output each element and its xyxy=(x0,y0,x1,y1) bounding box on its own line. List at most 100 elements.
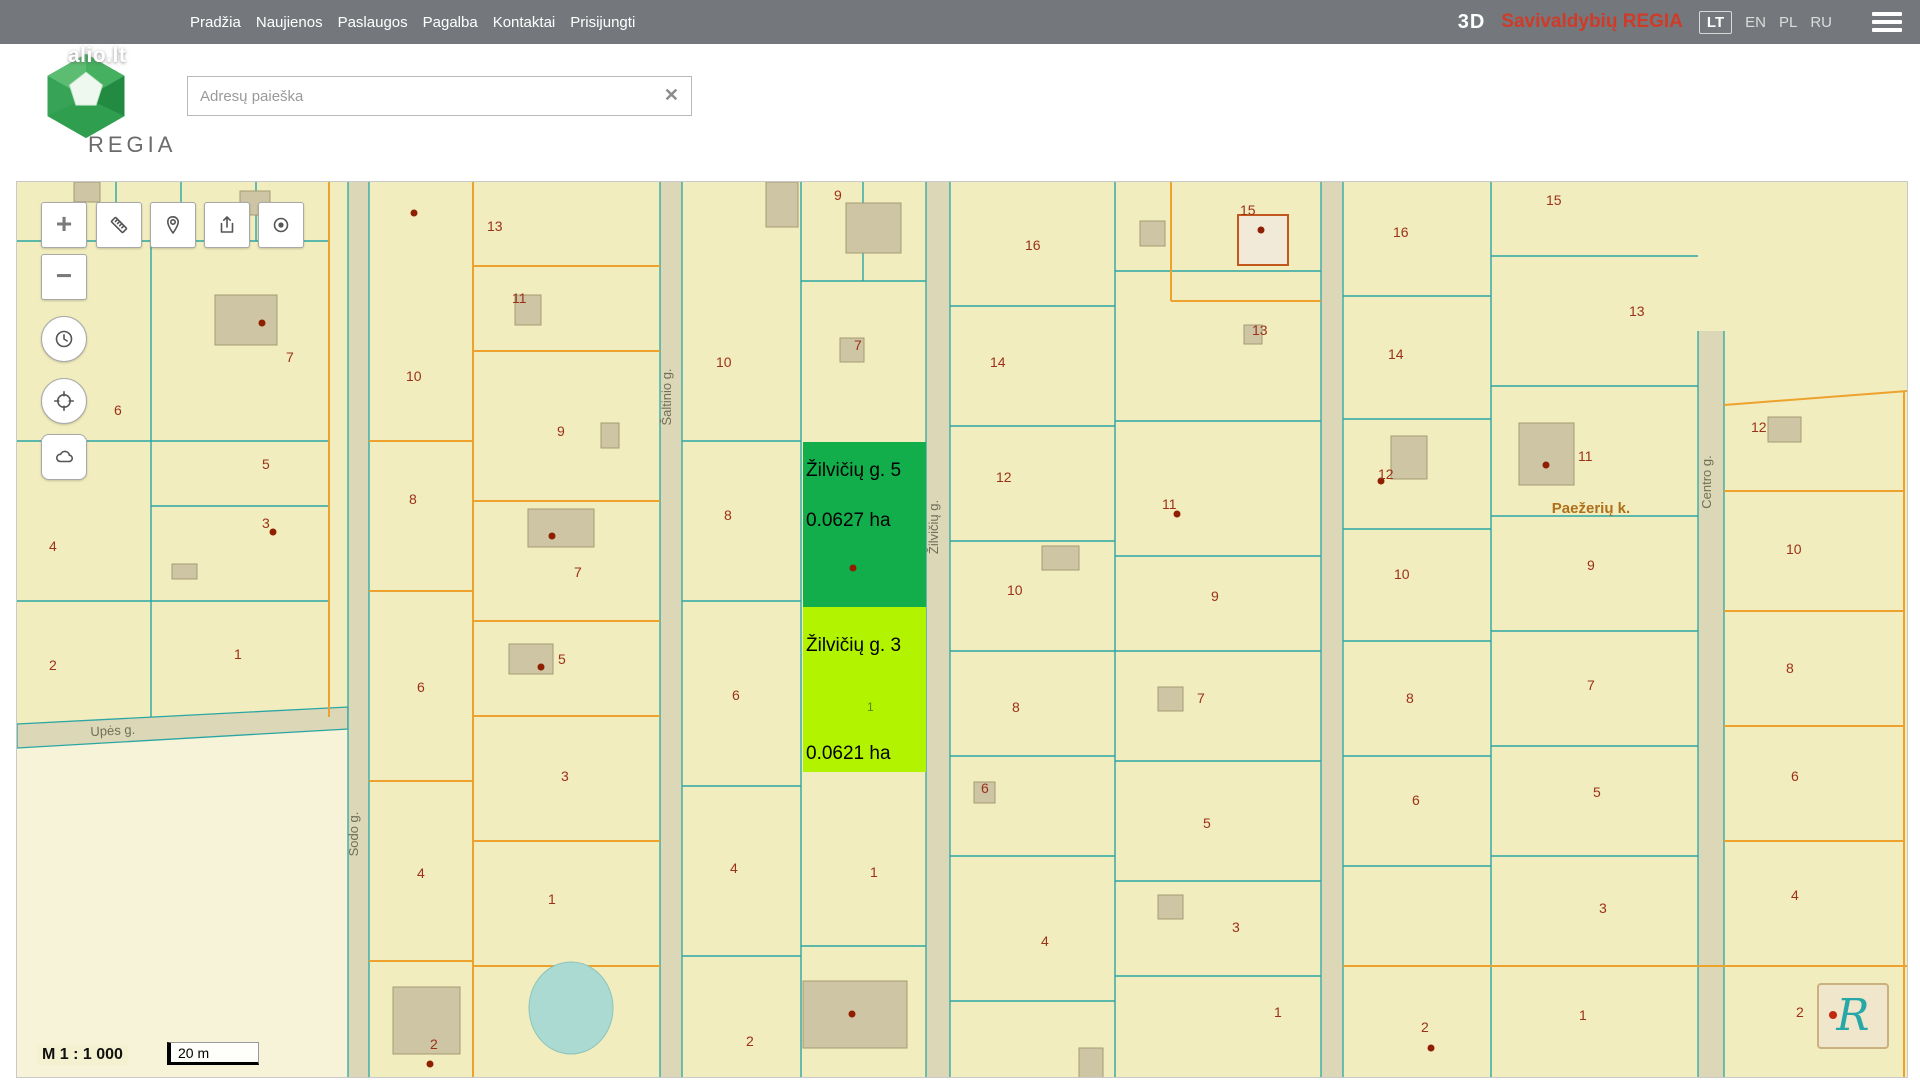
street-label: Upės g. xyxy=(90,722,136,739)
highlight-parcel-number: 1 xyxy=(867,700,874,714)
map-container: Žilvičių g. 50.0627 haŽilvičių g. 30.062… xyxy=(16,181,1908,1078)
building xyxy=(601,423,619,448)
building xyxy=(846,203,901,253)
road xyxy=(1321,182,1343,1077)
parcel-number: 6 xyxy=(1791,768,1799,784)
language-pl[interactable]: PL xyxy=(1779,14,1797,31)
parcel-number: 2 xyxy=(49,657,57,673)
parcel-number: 1 xyxy=(1579,1007,1587,1023)
parcel-number: 7 xyxy=(854,337,862,353)
building-dot xyxy=(1543,462,1550,469)
road xyxy=(926,182,950,1077)
parcel-number: 4 xyxy=(1041,933,1049,949)
export-button[interactable] xyxy=(204,202,250,248)
building-dot xyxy=(849,1011,856,1018)
select-area-button[interactable] xyxy=(41,434,87,480)
export-icon xyxy=(216,214,238,236)
subheader: alio.lt REGIA ✕ xyxy=(0,44,1920,181)
parcel-number: 8 xyxy=(1012,699,1020,715)
language-lt[interactable]: LT xyxy=(1699,11,1732,34)
position-button[interactable] xyxy=(41,378,87,424)
search-input[interactable] xyxy=(188,77,691,115)
zoom-in-button[interactable]: + xyxy=(41,202,87,248)
parcel-number: 8 xyxy=(1786,660,1794,676)
municipal-regia-link[interactable]: Savivaldybių REGIA xyxy=(1501,11,1683,33)
highlight-street-label: Žilvičių g. 5 xyxy=(806,459,901,481)
language-ru[interactable]: RU xyxy=(1810,14,1832,31)
parcel-number: 9 xyxy=(1587,557,1595,573)
parcel-number: 7 xyxy=(1197,690,1205,706)
parcel-number: 3 xyxy=(262,515,270,531)
building xyxy=(215,295,277,345)
building xyxy=(393,987,460,1054)
highlight-area-label: 0.0627 ha xyxy=(806,510,891,531)
clear-search-icon[interactable]: ✕ xyxy=(664,85,679,106)
parcel-number: 9 xyxy=(557,423,565,439)
parcel-number: 4 xyxy=(417,865,425,881)
language-switcher: LT EN PL RU xyxy=(1699,11,1832,34)
measure-button[interactable] xyxy=(96,202,142,248)
parcel-number: 3 xyxy=(1232,919,1240,935)
parcel-number: 11 xyxy=(1162,496,1177,512)
parcel-number: 6 xyxy=(732,687,740,703)
regia-watermark-badge: R xyxy=(1817,983,1889,1049)
nav-naujienos[interactable]: Naujienos xyxy=(256,14,323,31)
language-en[interactable]: EN xyxy=(1745,14,1766,31)
nav-kontaktai[interactable]: Kontaktai xyxy=(493,14,556,31)
zoom-out-button[interactable]: − xyxy=(41,254,87,300)
building-dot xyxy=(427,1061,434,1068)
parcel-number: 3 xyxy=(561,768,569,784)
alio-logo-text: alio.lt xyxy=(68,44,126,68)
place-label: Paežerių k. xyxy=(1552,500,1630,517)
cadastral-map[interactable]: Žilvičių g. 50.0627 haŽilvičių g. 30.062… xyxy=(17,182,1907,1077)
building xyxy=(1158,687,1183,711)
parcel-number: 7 xyxy=(286,349,294,365)
regia-logo[interactable]: alio.lt REGIA xyxy=(40,52,132,145)
parcel-number: 12 xyxy=(996,469,1012,485)
building-dot xyxy=(538,664,545,671)
parcel-number: 4 xyxy=(730,860,738,876)
building xyxy=(1042,546,1079,570)
parcel-number: 13 xyxy=(487,218,503,234)
top-bar-right: 3D Savivaldybių REGIA LT EN PL RU xyxy=(1458,11,1902,34)
parcel-number: 1 xyxy=(234,646,242,662)
parcel-number: 8 xyxy=(1406,690,1414,706)
menu-icon[interactable] xyxy=(1872,12,1902,32)
nav-prisijungti[interactable]: Prisijungti xyxy=(570,14,635,31)
parcel-number: 4 xyxy=(1791,887,1799,903)
building xyxy=(1158,895,1183,919)
marker-button[interactable] xyxy=(150,202,196,248)
locate-button[interactable] xyxy=(258,202,304,248)
parcel-number: 7 xyxy=(574,564,582,580)
history-button[interactable] xyxy=(41,316,87,362)
building xyxy=(1519,423,1574,485)
building xyxy=(766,182,798,227)
street-label: Sodo g. xyxy=(346,812,361,857)
parcel-number: 15 xyxy=(1546,192,1562,208)
top-bar: Pradžia Naujienos Paslaugos Pagalba Kont… xyxy=(0,0,1920,44)
building xyxy=(1238,215,1288,265)
parcel-number: 10 xyxy=(406,368,422,384)
parcel-number: 8 xyxy=(724,507,732,523)
parcel-number: 14 xyxy=(1388,346,1404,362)
view-3d-button[interactable]: 3D xyxy=(1458,11,1486,34)
parcel-number: 5 xyxy=(262,456,270,472)
parcel-number: 2 xyxy=(746,1033,754,1049)
street-label: Šaltinio g. xyxy=(659,368,674,425)
nav-paslaugos[interactable]: Paslaugos xyxy=(338,14,408,31)
nav-pagalba[interactable]: Pagalba xyxy=(423,14,478,31)
parcel-number: 10 xyxy=(716,354,732,370)
parcel-number: 5 xyxy=(1593,784,1601,800)
parcel-number: 5 xyxy=(558,651,566,667)
building-dot xyxy=(549,533,556,540)
parcel-number: 1 xyxy=(870,864,878,880)
parcel-number: 14 xyxy=(990,354,1006,370)
parcel-number: 2 xyxy=(430,1036,438,1052)
open-field xyxy=(17,707,348,1077)
building-dot xyxy=(850,565,857,572)
nav-pradzia[interactable]: Pradžia xyxy=(190,14,241,31)
parcel-number: 11 xyxy=(512,290,527,306)
building xyxy=(528,509,594,547)
parcel-number: 10 xyxy=(1786,541,1802,557)
parcel-number: 4 xyxy=(49,538,57,554)
